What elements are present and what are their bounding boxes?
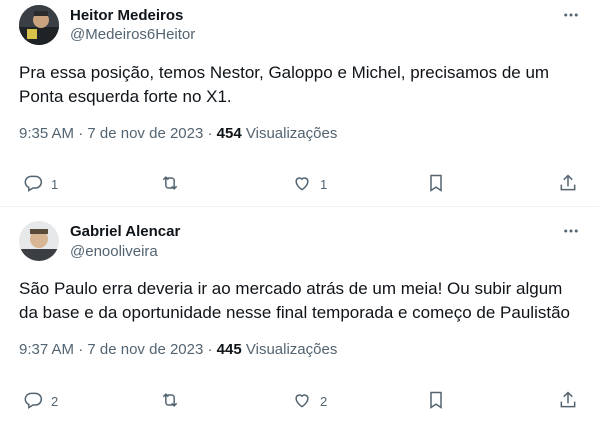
retweet-icon xyxy=(160,173,180,196)
author-handle[interactable]: @enooliveira xyxy=(70,243,158,261)
bookmark-button[interactable] xyxy=(426,390,446,413)
tweet[interactable]: Gabriel Alencar @enooliveira São Paulo e… xyxy=(0,207,599,429)
like-count: 2 xyxy=(320,394,328,409)
like-button[interactable]: 2 xyxy=(292,390,327,413)
reply-count: 2 xyxy=(51,394,59,409)
more-horizontal-icon[interactable] xyxy=(561,221,581,241)
bookmark-button[interactable] xyxy=(426,173,446,196)
share-button[interactable] xyxy=(558,390,578,413)
retweet-icon xyxy=(160,390,180,413)
reply-count: 1 xyxy=(51,177,59,192)
tweet-text: Pra essa posição, temos Nestor, Galoppo … xyxy=(19,63,550,106)
tweet[interactable]: Heitor Medeiros @Medeiros6Heitor Pra ess… xyxy=(0,0,599,207)
author-name[interactable]: Gabriel Alencar xyxy=(70,223,180,241)
views-label: Visualizações xyxy=(245,125,338,142)
retweet-button[interactable] xyxy=(160,173,188,196)
author-name[interactable]: Heitor Medeiros xyxy=(70,7,183,25)
views-label: Visualizações xyxy=(245,341,338,358)
share-icon xyxy=(558,390,578,413)
reply-button[interactable]: 2 xyxy=(23,390,58,413)
tweet-time[interactable]: 9:35 AM xyxy=(19,125,74,142)
more-horizontal-icon[interactable] xyxy=(561,5,581,25)
views-count: 454 xyxy=(216,125,242,142)
tweet-meta: 9:37 AM · 7 de nov de 2023 · 445 Visuali… xyxy=(19,341,338,358)
author-handle[interactable]: @Medeiros6Heitor xyxy=(70,26,195,44)
tweet-date[interactable]: 7 de nov de 2023 xyxy=(87,341,203,358)
tweet-text: São Paulo erra deveria ir ao mercado atr… xyxy=(19,279,570,322)
bookmark-icon xyxy=(426,173,446,196)
share-icon xyxy=(558,173,578,196)
views-count: 445 xyxy=(216,341,242,358)
heart-icon xyxy=(292,390,312,413)
like-button[interactable]: 1 xyxy=(292,173,327,196)
reply-icon xyxy=(23,390,43,413)
heart-icon xyxy=(292,173,312,196)
reply-button[interactable]: 1 xyxy=(23,173,58,196)
tweet-date[interactable]: 7 de nov de 2023 xyxy=(87,125,203,142)
avatar[interactable] xyxy=(19,221,59,261)
tweet-time[interactable]: 9:37 AM xyxy=(19,341,74,358)
retweet-button[interactable] xyxy=(160,390,188,413)
reply-icon xyxy=(23,173,43,196)
bookmark-icon xyxy=(426,390,446,413)
share-button[interactable] xyxy=(558,173,578,196)
tweet-meta: 9:35 AM · 7 de nov de 2023 · 454 Visuali… xyxy=(19,125,338,142)
like-count: 1 xyxy=(320,177,328,192)
avatar[interactable] xyxy=(19,5,59,45)
